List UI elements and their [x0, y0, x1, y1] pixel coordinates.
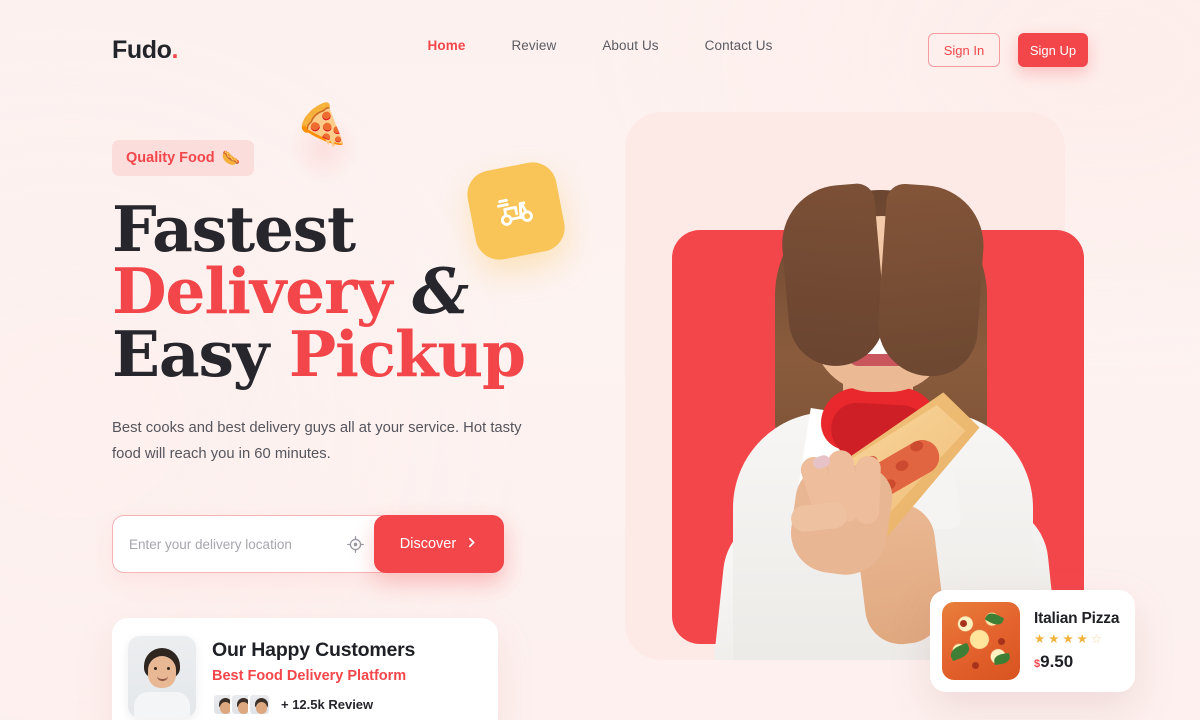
testimonial-title: Our Happy Customers [212, 638, 416, 661]
product-title: Italian Pizza [1034, 609, 1120, 627]
badge-label: Quality Food [126, 150, 215, 166]
review-count: + 12.5k Review [281, 696, 374, 712]
testimonial-meta: + 12.5k Review [212, 692, 482, 716]
customer-avatar [128, 636, 196, 718]
nav-item-about-us[interactable]: About Us [602, 38, 658, 53]
page-title: Fastest Delivery & Easy Pickup [112, 192, 632, 385]
nav-item-review[interactable]: Review [511, 38, 556, 53]
avatar [248, 692, 271, 716]
rating-stars: ★ ★ ★ ★ ☆ [1034, 633, 1123, 646]
product-card-italian-pizza[interactable]: Italian Pizza ★ ★ ★ ★ ☆ $9.50 [930, 590, 1135, 692]
testimonial-subtitle: Best Food Delivery Platform [212, 667, 407, 684]
product-price: $9.50 [1034, 652, 1123, 672]
sign-up-button[interactable]: Sign Up [1018, 33, 1088, 67]
star-empty-icon: ☆ [1090, 631, 1103, 646]
brand-logo[interactable]: Fudo. [112, 36, 178, 65]
hero-description: Best cooks and best delivery guys all at… [112, 420, 522, 462]
star-filled-icon: ★ [1062, 631, 1074, 646]
search-input[interactable] [113, 536, 340, 552]
happy-customers-card[interactable]: Our Happy Customers Best Food Delivery P… [112, 618, 498, 720]
nav-item-home[interactable]: Home [428, 38, 466, 53]
star-filled-icon: ★ [1034, 631, 1046, 646]
quality-food-badge: Quality Food 🌭 [112, 140, 255, 176]
headline-pickup: Pickup [288, 316, 526, 391]
testimonial-text: Our Happy Customers Best Food Delivery P… [212, 639, 482, 716]
brand-dot: . [171, 35, 179, 64]
product-info: Italian Pizza ★ ★ ★ ★ ☆ $9.50 [1034, 610, 1123, 673]
price-value: 9.50 [1040, 652, 1074, 672]
star-filled-icon: ★ [1048, 631, 1060, 646]
nav-item-contact-us[interactable]: Contact Us [705, 38, 773, 53]
pizza-thumbnail [942, 602, 1020, 680]
hero-photo [625, 112, 1100, 660]
auth-buttons: Sign In Sign Up [928, 33, 1088, 67]
discover-button[interactable]: Discover [374, 515, 504, 573]
star-filled-icon: ★ [1076, 631, 1088, 646]
reviewer-avatars [212, 692, 271, 716]
headline-line-1: Fastest [112, 192, 356, 266]
headline-easy: Easy [112, 316, 269, 391]
hotdog-icon: 🌭 [221, 150, 241, 167]
crosshair-icon[interactable] [340, 529, 370, 559]
site-header: Fudo. Home Review About Us Contact Us Si… [0, 0, 1200, 100]
brand-name: Fudo [112, 35, 172, 64]
chevron-right-icon [465, 536, 478, 552]
discover-label: Discover [399, 536, 457, 552]
hero-copy: Quality Food 🌭 Fastest Delivery & Easy P… [112, 140, 632, 720]
headline-line-3: Easy Pickup [112, 322, 632, 385]
sign-in-button[interactable]: Sign In [928, 33, 1000, 67]
headline-line-2: Delivery & [112, 260, 632, 323]
delivery-location-search: Discover [112, 515, 504, 573]
